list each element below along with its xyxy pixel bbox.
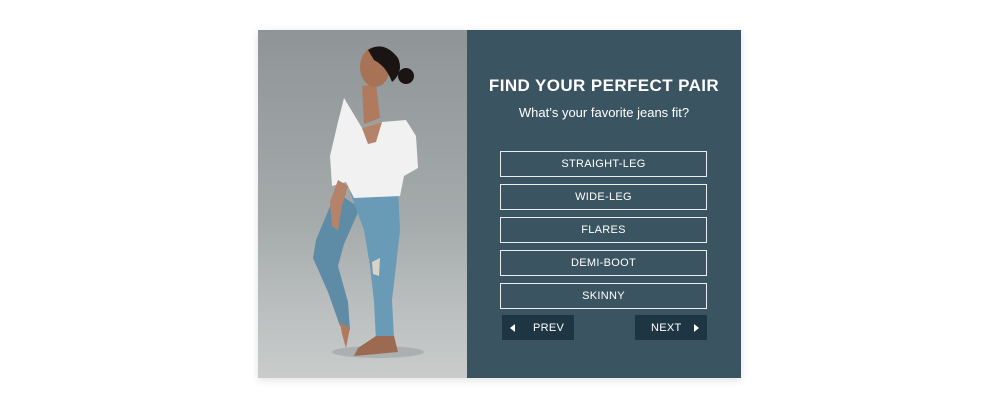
option-skinny[interactable]: SKINNY	[500, 283, 707, 309]
fit-options: STRAIGHT-LEG WIDE-LEG FLARES DEMI-BOOT S…	[500, 151, 707, 316]
option-straight-leg[interactable]: STRAIGHT-LEG	[500, 151, 707, 177]
model-illustration	[313, 46, 424, 358]
option-flares[interactable]: FLARES	[500, 217, 707, 243]
option-demi-boot[interactable]: DEMI-BOOT	[500, 250, 707, 276]
model-photo	[258, 30, 467, 378]
next-button[interactable]: NEXT	[635, 315, 707, 340]
quiz-panel: FIND YOUR PERFECT PAIR What’s your favor…	[467, 30, 741, 378]
quiz-question: What’s your favorite jeans fit?	[518, 105, 690, 120]
quiz-card: FIND YOUR PERFECT PAIR What’s your favor…	[258, 30, 741, 378]
prev-button[interactable]: PREV	[502, 315, 574, 340]
triangle-left-icon	[510, 323, 515, 332]
quiz-title: FIND YOUR PERFECT PAIR	[488, 76, 720, 95]
prev-label: PREV	[533, 321, 565, 334]
triangle-right-icon	[694, 323, 699, 332]
option-wide-leg[interactable]: WIDE-LEG	[500, 184, 707, 210]
next-label: NEXT	[651, 321, 682, 334]
